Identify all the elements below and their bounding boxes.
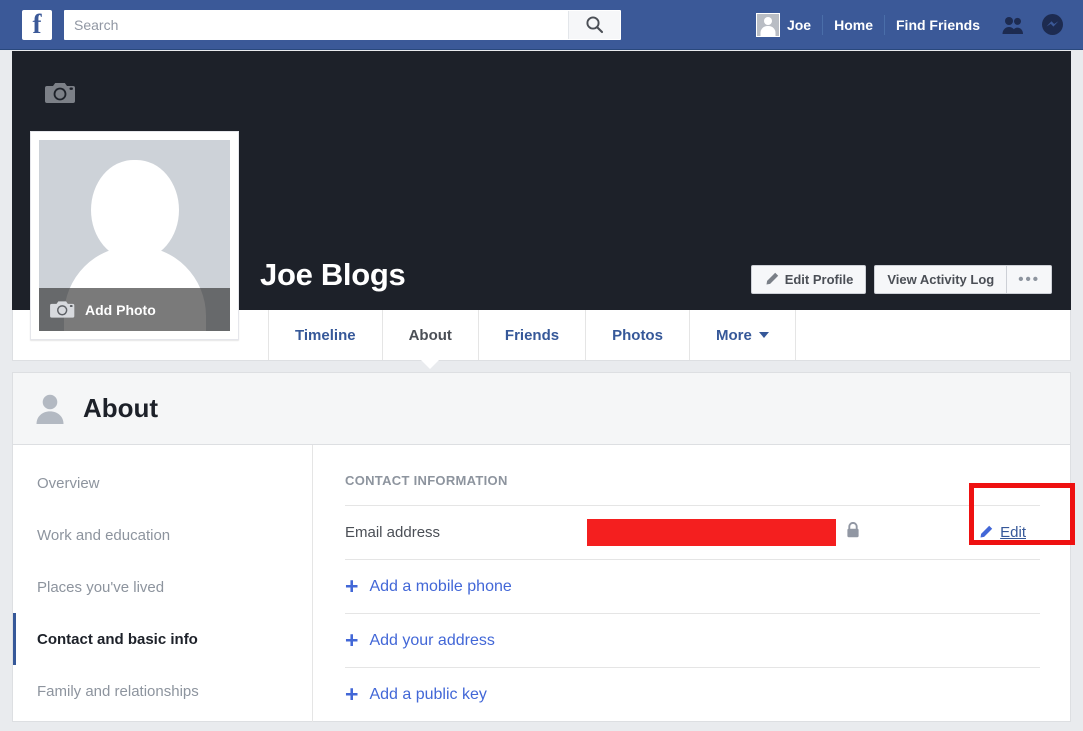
sidebar-item-label: Overview <box>37 474 100 492</box>
sidebar-item-overview[interactable]: Overview <box>13 457 312 509</box>
tab-timeline[interactable]: Timeline <box>268 310 383 360</box>
sidebar-item-work-and-education[interactable]: Work and education <box>13 509 312 561</box>
edit-email-label: Edit <box>1000 524 1026 541</box>
add-address-label: Add your address <box>369 631 495 649</box>
activity-log-group: View Activity Log ••• <box>874 265 1052 294</box>
about-card: About Overview Work and education Places… <box>12 372 1075 722</box>
view-activity-log-button[interactable]: View Activity Log <box>874 265 1008 294</box>
plus-icon: + <box>345 681 359 707</box>
more-options-button[interactable]: ••• <box>1007 265 1052 294</box>
profile-action-buttons: Edit Profile View Activity Log ••• <box>750 265 1052 294</box>
profile-picture-placeholder: Add Photo <box>39 140 230 331</box>
sidebar-item-label: Contact and basic info <box>37 630 198 648</box>
tab-timeline-label: Timeline <box>295 326 356 344</box>
nav-profile-link[interactable]: Joe <box>745 10 822 40</box>
view-activity-log-label: View Activity Log <box>887 272 995 287</box>
add-mobile-phone-label: Add a mobile phone <box>369 577 512 595</box>
add-address-link[interactable]: + Add your address <box>345 613 1040 667</box>
email-address-value-redacted <box>587 519 836 546</box>
lock-icon <box>847 521 859 538</box>
nav-user-name: Joe <box>786 16 812 33</box>
edit-profile-button[interactable]: Edit Profile <box>750 265 867 294</box>
page-title: About <box>83 393 159 423</box>
friend-requests-button[interactable] <box>996 10 1030 40</box>
facebook-logo-icon[interactable]: f <box>22 9 52 40</box>
camera-icon <box>50 301 75 318</box>
add-public-key-label: Add a public key <box>369 685 487 703</box>
sidebar-item-places-youve-lived[interactable]: Places you've lived <box>13 561 312 613</box>
messenger-button[interactable] <box>1035 10 1069 40</box>
tab-more[interactable]: More <box>690 310 796 360</box>
about-sidebar: Overview Work and education Places you'v… <box>13 445 313 722</box>
chevron-down-icon <box>758 332 769 338</box>
profile-name: Joe Blogs <box>260 257 406 292</box>
pencil-icon <box>980 525 993 538</box>
search-bar <box>64 9 621 40</box>
tab-friends[interactable]: Friends <box>479 310 587 360</box>
edit-profile-label: Edit Profile <box>784 272 854 287</box>
person-icon <box>36 394 64 424</box>
sidebar-item-label: Family and relationships <box>37 682 199 700</box>
tab-friends-label: Friends <box>504 326 560 344</box>
sidebar-item-label: Places you've lived <box>37 578 165 596</box>
messenger-icon <box>1041 14 1063 35</box>
add-mobile-phone-link[interactable]: + Add a mobile phone <box>345 559 1040 613</box>
tab-about[interactable]: About <box>383 310 479 360</box>
about-main-content: CONTACT INFORMATION Email address Edit +… <box>313 445 1075 722</box>
search-button[interactable] <box>568 10 620 39</box>
nav-find-friends-link[interactable]: Find Friends <box>884 14 991 35</box>
plus-icon: + <box>345 573 359 599</box>
contact-information-heading: CONTACT INFORMATION <box>345 473 508 488</box>
email-address-row: Email address Edit <box>345 505 1040 559</box>
nav-home-link[interactable]: Home <box>822 14 884 35</box>
nav-avatar <box>755 12 780 37</box>
email-address-label: Email address <box>345 524 441 541</box>
tab-more-label: More <box>715 326 752 344</box>
sidebar-item-label: Work and education <box>37 526 171 544</box>
profile-picture[interactable]: Add Photo <box>30 131 239 340</box>
about-card-body: Overview Work and education Places you'v… <box>13 445 1075 722</box>
sidebar-item-family-and-relationships[interactable]: Family and relationships <box>13 665 312 717</box>
privacy-lock-icon[interactable] <box>846 521 860 543</box>
tab-photos[interactable]: Photos <box>586 310 690 360</box>
add-photo-button[interactable]: Add Photo <box>39 288 230 331</box>
sidebar-item-contact-and-basic-info[interactable]: Contact and basic info <box>13 613 312 665</box>
edit-email-button[interactable]: Edit <box>964 516 1040 549</box>
avatar-head-shape <box>90 160 179 260</box>
search-input[interactable] <box>65 10 568 39</box>
add-public-key-link[interactable]: + Add a public key <box>345 667 1040 721</box>
top-navigation-bar: f Joe Home Find Friends <box>0 0 1083 50</box>
camera-icon <box>45 83 75 103</box>
cover-photo-camera-button[interactable] <box>45 80 77 106</box>
search-icon <box>586 16 604 34</box>
add-photo-label: Add Photo <box>85 301 156 318</box>
pencil-icon <box>766 272 778 285</box>
friends-icon <box>1002 16 1023 34</box>
tab-photos-label: Photos <box>612 326 663 344</box>
top-nav-right-group: Joe Home Find Friends <box>745 0 1083 50</box>
tab-about-label: About <box>408 326 452 344</box>
plus-icon: + <box>345 627 359 653</box>
about-card-header: About <box>13 373 1070 445</box>
